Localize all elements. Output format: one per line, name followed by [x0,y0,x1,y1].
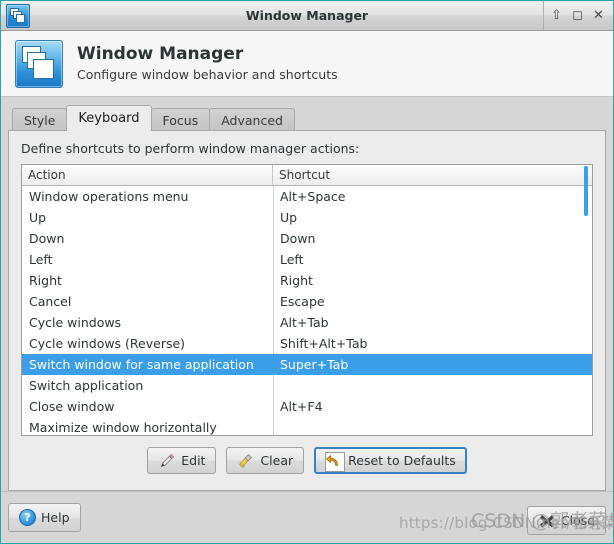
cell-shortcut: Alt+F4 [280,399,323,414]
tab-bar: Style Keyboard Focus Advanced [8,105,606,131]
page-subtitle: Configure window behavior and shortcuts [77,66,338,82]
table-row[interactable]: Right Right [22,270,592,291]
table-action-buttons: Edit Clear Reset to Defaults [21,436,593,474]
tab-keyboard[interactable]: Keyboard [66,105,152,131]
help-button[interactable]: ? Help [8,503,81,532]
cell-action: Cycle windows (Reverse) [29,336,186,351]
cell-shortcut: Up [280,210,298,225]
table-row[interactable]: Switch application [22,375,592,396]
dialog-content: Style Keyboard Focus Advanced Define sho… [1,97,613,491]
help-button-label: Help [41,510,70,525]
tab-label: Focus [162,112,199,128]
tab-label: Style [24,112,56,128]
table-row[interactable]: Down Down [22,228,592,249]
cell-action: Left [29,252,53,267]
cell-action: Window operations menu [29,189,189,204]
dialog-footer: ? Help Close [1,491,613,543]
undo-arrow-icon [325,451,346,472]
close-dialog-button[interactable]: Close [526,506,606,535]
title-bar-buttons: ⇧ ◻ ✕ [543,1,613,30]
cell-shortcut [273,375,592,396]
tab-label: Advanced [221,112,283,128]
reset-button[interactable]: Reset to Defaults [314,447,467,474]
table-row[interactable]: Cancel Escape [22,291,592,312]
table-row-selected[interactable]: Switch window for same application Super… [22,354,592,375]
table-row[interactable]: Maximize window horizontally [22,417,592,435]
cell-action: Up [29,210,47,225]
table-row[interactable]: Window operations menu Alt+Space [22,186,592,207]
window-title: Window Manager [245,8,369,23]
cell-shortcut: Escape [280,294,325,309]
shade-button[interactable]: ⇧ [546,2,567,30]
cell-shortcut: Down [280,231,316,246]
window-manager-icon [15,39,63,88]
tab-label: Keyboard [78,111,140,126]
scrollbar-thumb[interactable] [584,166,588,216]
cell-action: Close window [29,399,115,414]
cell-shortcut: Super+Tab [280,357,349,372]
cell-action: Maximize window horizontally [29,420,217,435]
cell-shortcut: Alt+Tab [280,315,329,330]
edit-button[interactable]: Edit [147,447,217,474]
cell-action: Right [29,273,62,288]
table-row[interactable]: Up Up [22,207,592,228]
table-row[interactable]: Cycle windows (Reverse) Shift+Alt+Tab [22,333,592,354]
question-mark-icon: ? [19,509,36,526]
keyboard-tab-panel: Define shortcuts to perform window manag… [8,130,606,491]
clear-button[interactable]: Clear [226,447,305,474]
vertical-scrollbar[interactable] [582,165,592,435]
cell-action: Switch window for same application [29,357,254,372]
window-manager-dialog: Window Manager ⇧ ◻ ✕ Window Manager Conf… [0,0,614,544]
cell-action: Switch application [29,378,144,393]
table-row[interactable]: Cycle windows Alt+Tab [22,312,592,333]
table-body: Window operations menu Alt+Space Up Up D… [22,186,592,435]
column-header-action[interactable]: Action [22,165,273,185]
broom-icon [237,452,255,470]
cell-shortcut: Shift+Alt+Tab [280,336,368,351]
cell-action: Cancel [29,294,72,309]
close-x-icon [538,512,556,530]
shortcuts-table[interactable]: Action Shortcut Window operations menu A… [21,164,593,436]
cell-shortcut: Left [280,252,304,267]
pencil-icon [158,452,176,470]
panel-description: Define shortcuts to perform window manag… [21,141,360,156]
tab-advanced[interactable]: Advanced [209,108,295,131]
clear-button-label: Clear [260,453,294,468]
dialog-header: Window Manager Configure window behavior… [1,31,613,97]
window-manager-icon [6,3,30,28]
reset-button-label: Reset to Defaults [348,453,456,468]
table-row[interactable]: Left Left [22,249,592,270]
cell-shortcut: Alt+Space [280,189,346,204]
table-header: Action Shortcut [22,165,592,186]
cell-action: Down [29,231,65,246]
close-dialog-label: Close [560,513,595,528]
title-bar[interactable]: Window Manager ⇧ ◻ ✕ [1,1,613,31]
cell-action: Cycle windows [29,315,122,330]
cell-shortcut [273,417,592,435]
header-text: Window Manager Configure window behavior… [77,45,338,82]
tab-style[interactable]: Style [12,108,68,131]
page-title: Window Manager [77,44,244,65]
edit-button-label: Edit [181,453,206,468]
tab-focus[interactable]: Focus [150,108,211,131]
maximize-button[interactable]: ◻ [567,2,588,30]
cell-shortcut: Right [280,273,313,288]
close-button[interactable]: ✕ [588,2,609,30]
table-row[interactable]: Close window Alt+F4 [22,396,592,417]
column-header-shortcut[interactable]: Shortcut [273,165,592,185]
